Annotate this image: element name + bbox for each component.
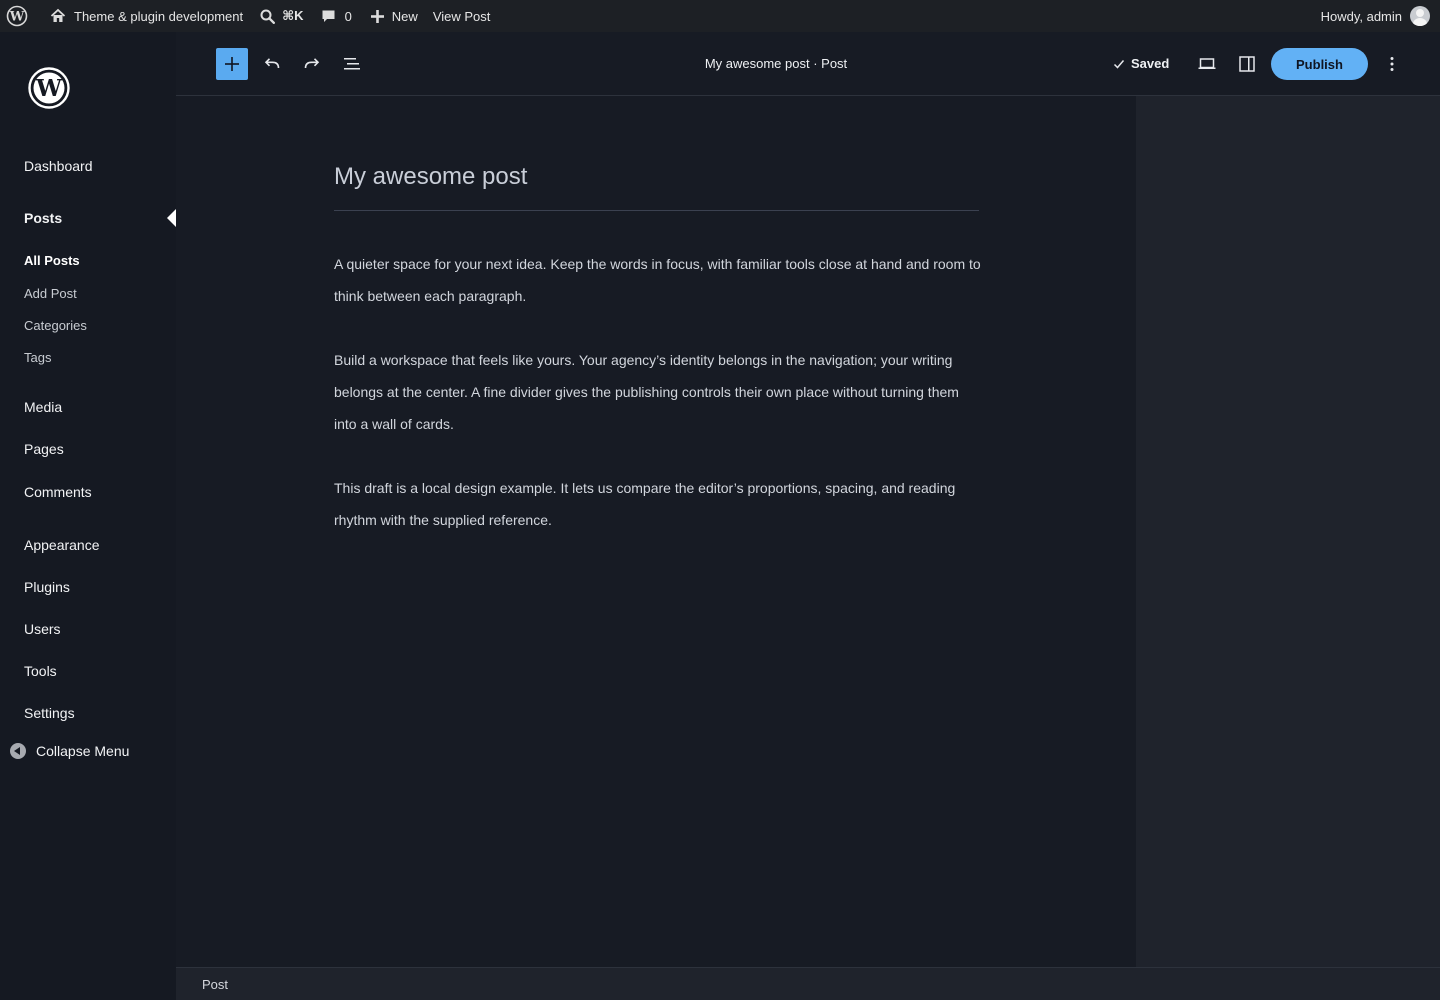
more-vertical-icon — [1382, 54, 1402, 74]
site-name: Theme & plugin development — [74, 8, 244, 24]
collapse-arrow-icon — [10, 743, 26, 759]
publish-button[interactable]: Publish — [1271, 48, 1368, 80]
wordpress-logo-icon[interactable]: W — [0, 0, 34, 32]
editor-footer: Post — [176, 967, 1440, 1000]
site-name-link[interactable]: Theme & plugin development — [34, 0, 243, 32]
new-label: New — [391, 8, 418, 24]
comments-count: 0 — [344, 8, 352, 24]
sidebar-item-plugins[interactable]: Plugins — [24, 578, 70, 596]
plus-icon — [370, 9, 384, 23]
settings-sidebar — [1136, 96, 1440, 967]
sidebar-item-all-posts[interactable]: All Posts — [24, 252, 80, 270]
sidebar-item-appearance[interactable]: Appearance — [24, 536, 100, 554]
options-menu-button[interactable] — [1376, 48, 1408, 80]
sidebar-item-tags[interactable]: Tags — [24, 349, 51, 367]
search-icon — [260, 9, 276, 24]
sidebar-item-pages[interactable]: Pages — [24, 440, 64, 458]
editor-canvas: My awesome post A quieter space for your… — [176, 96, 1136, 967]
command-palette-button[interactable]: ⌘K — [243, 0, 304, 32]
sidebar-item-settings[interactable]: Settings — [24, 704, 75, 722]
shortcut-label: ⌘K — [282, 8, 304, 23]
account-menu[interactable]: Howdy, admin — [1321, 0, 1430, 32]
settings-toggle-button[interactable] — [1231, 48, 1263, 80]
paragraph-block[interactable]: A quieter space for your next idea. Keep… — [334, 248, 982, 312]
view-post-link[interactable]: View Post — [418, 0, 491, 32]
sidebar-item-comments[interactable]: Comments — [24, 483, 92, 501]
sidebar-item-dashboard[interactable]: Dashboard — [24, 157, 93, 175]
title-divider — [334, 210, 979, 211]
laptop-icon — [1197, 54, 1217, 74]
post-title[interactable]: My awesome post — [334, 162, 979, 192]
sidebar-item-users[interactable]: Users — [24, 620, 61, 638]
howdy-label: Howdy, admin — [1320, 8, 1402, 24]
breadcrumb[interactable]: Post — [202, 977, 228, 992]
admin-sidebar: W Dashboard Posts All Posts Add Post Cat… — [0, 32, 176, 1000]
preview-button[interactable] — [1191, 48, 1223, 80]
wordpress-logo-icon[interactable]: W — [28, 67, 70, 109]
home-icon — [50, 8, 66, 24]
comment-bubble-icon — [321, 9, 336, 24]
sidebar-item-posts[interactable]: Posts — [24, 209, 62, 227]
comments-link[interactable]: 0 — [304, 0, 352, 32]
sidebar-toggle-icon — [1237, 54, 1257, 74]
paragraph-block[interactable]: This draft is a local design example. It… — [334, 472, 982, 536]
sidebar-item-categories[interactable]: Categories — [24, 317, 87, 335]
editor-header: My awesome post · Post Saved Publish — [176, 32, 1440, 96]
collapse-menu-button[interactable]: Collapse Menu — [10, 743, 129, 759]
current-menu-indicator — [167, 209, 176, 227]
svg-text:W: W — [35, 75, 63, 102]
paragraph-block[interactable]: Build a workspace that feels like yours.… — [334, 344, 982, 440]
collapse-menu-label: Collapse Menu — [36, 743, 130, 759]
check-icon — [1113, 58, 1131, 70]
view-post-label: View Post — [432, 8, 491, 24]
admin-bar: W Theme & plugin development ⌘K 0 New Vi… — [0, 0, 1440, 32]
saved-label: Saved — [1131, 56, 1170, 71]
sidebar-item-media[interactable]: Media — [24, 398, 62, 416]
avatar — [1410, 6, 1430, 26]
new-content-button[interactable]: New — [352, 0, 418, 32]
sidebar-item-add-post[interactable]: Add Post — [24, 285, 77, 303]
sidebar-item-tools[interactable]: Tools — [24, 662, 57, 680]
svg-text:W: W — [9, 10, 25, 25]
saved-indicator[interactable]: Saved — [1113, 56, 1169, 71]
